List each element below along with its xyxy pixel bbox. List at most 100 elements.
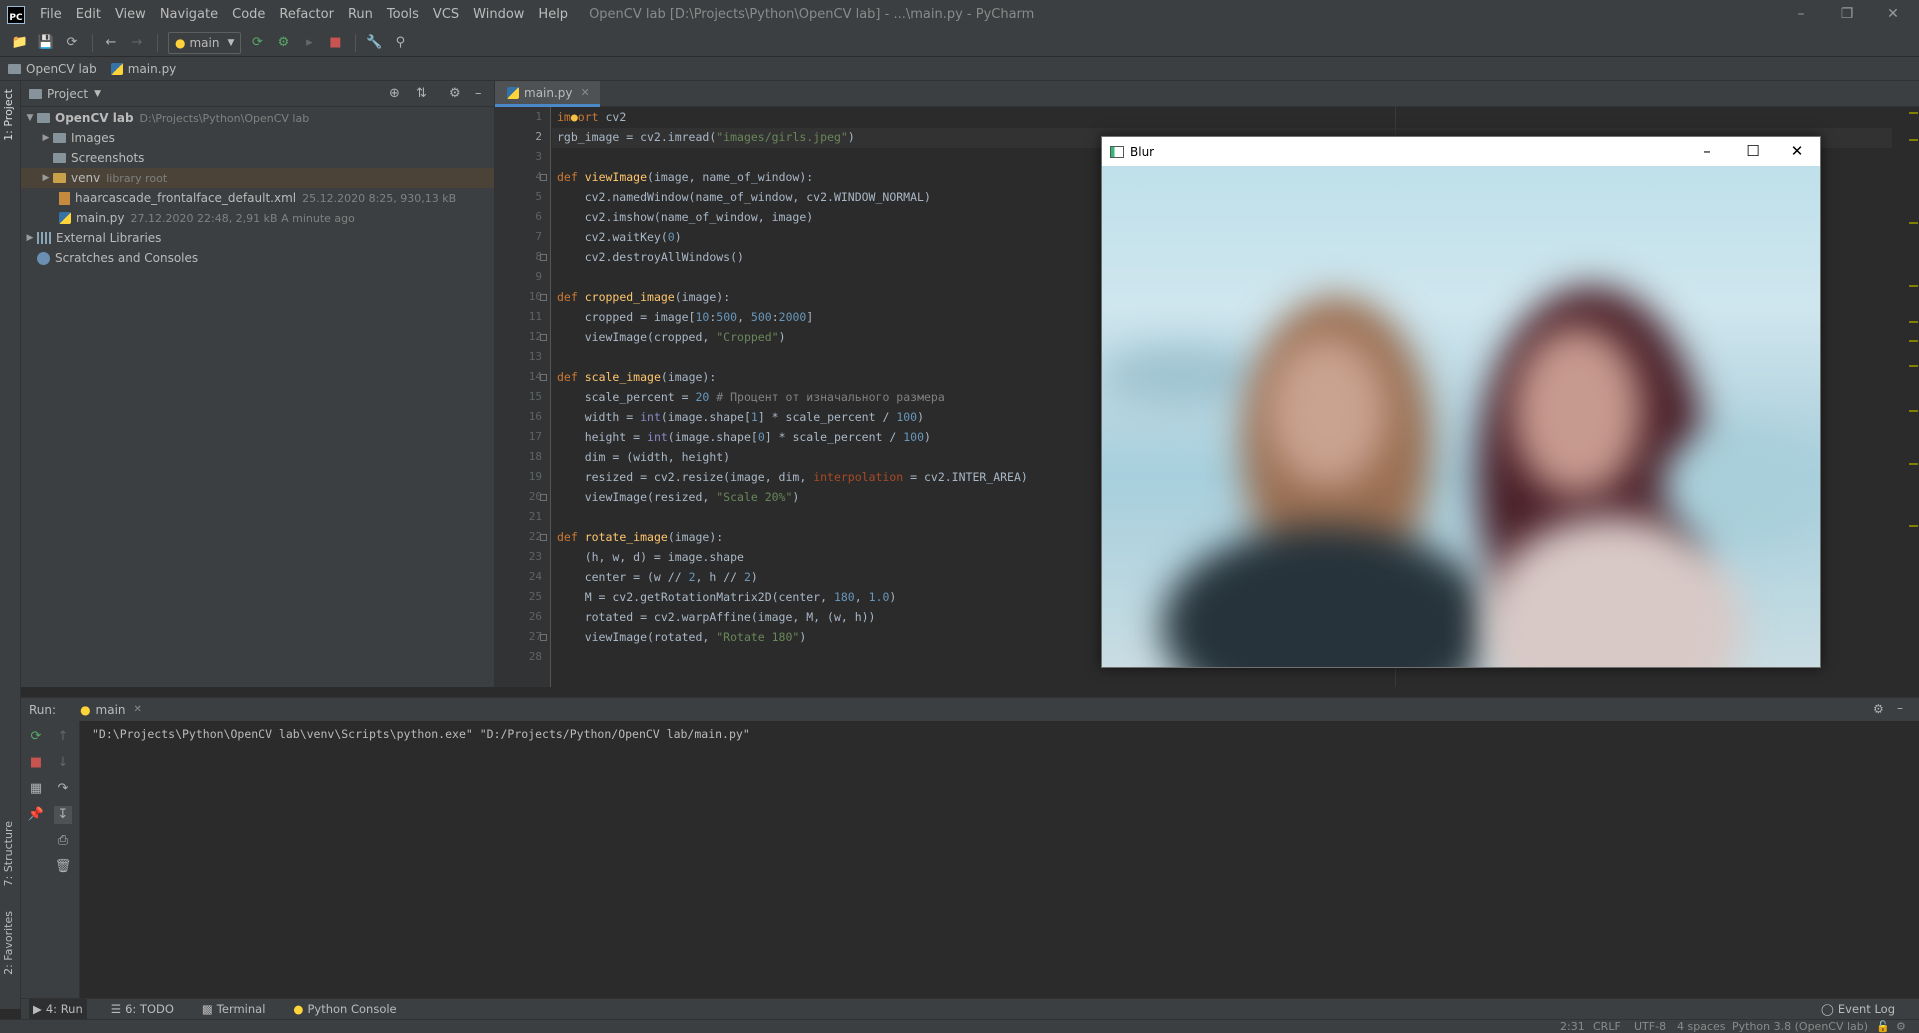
project-view-select[interactable]: Project — [47, 87, 88, 101]
fold-marker-icon[interactable] — [540, 174, 547, 181]
gear-icon[interactable]: ⚙ — [449, 86, 461, 101]
scroll-marker[interactable] — [1909, 525, 1918, 527]
blur-window-titlebar[interactable]: Blur – ☐ ✕ — [1102, 137, 1820, 166]
fold-marker-icon[interactable] — [540, 374, 547, 381]
restore-icon[interactable]: ❐ — [1824, 0, 1870, 29]
scroll-marker[interactable] — [1909, 463, 1918, 465]
stop-icon[interactable]: ■ — [323, 32, 347, 54]
minimize-icon[interactable]: – — [1778, 0, 1824, 29]
rerun-icon[interactable]: ⟳ — [245, 32, 269, 54]
close-icon[interactable]: ✕ — [1870, 0, 1916, 29]
tool-tab-todo[interactable]: ☰ 6: TODO — [107, 999, 178, 1020]
tree-item-haarcascade[interactable]: haarcascade_frontalface_default.xml 25.1… — [21, 188, 494, 208]
print-icon[interactable]: ⎙ — [54, 832, 72, 850]
close-tab-icon[interactable]: ✕ — [134, 704, 142, 715]
tree-item-venv[interactable]: ▶ venv library root — [21, 168, 494, 188]
forward-arrow-icon[interactable]: → — [125, 32, 149, 54]
chevron-down-icon[interactable]: ▼ — [23, 113, 37, 123]
chevron-right-icon[interactable]: ▶ — [39, 173, 53, 183]
editor-scrollbar-markers[interactable] — [1908, 107, 1919, 687]
maximize-icon[interactable]: ☐ — [1730, 137, 1776, 166]
search-icon[interactable]: ⚲ — [388, 32, 412, 54]
fold-marker-icon[interactable] — [540, 294, 547, 301]
run-configuration-select[interactable]: ● main ▼ — [168, 31, 242, 54]
run-console[interactable]: "D:\Projects\Python\OpenCV lab\venv\Scri… — [80, 721, 1919, 998]
scroll-marker[interactable] — [1909, 285, 1918, 287]
wrench-icon[interactable]: 🔧 — [362, 32, 386, 54]
tree-item-images[interactable]: ▶ Images — [21, 128, 494, 148]
tab-structure[interactable]: 7: Structure — [2, 821, 15, 886]
close-tab-icon[interactable]: ✕ — [581, 86, 590, 99]
tool-tab-terminal[interactable]: ▩ Terminal — [198, 999, 269, 1020]
file-encoding[interactable]: UTF-8 — [1634, 1020, 1666, 1033]
sync-icon[interactable]: ⟳ — [60, 32, 84, 54]
tool-tab-event-log[interactable]: ◯ Event Log — [1817, 999, 1899, 1020]
blur-image-window[interactable]: Blur – ☐ ✕ — [1101, 136, 1821, 668]
tab-project[interactable]: 1: Project — [2, 89, 15, 141]
scroll-to-end-icon[interactable]: ↧ — [54, 806, 72, 824]
fold-marker-icon[interactable] — [540, 534, 547, 541]
menu-edit[interactable]: Edit — [69, 0, 108, 29]
open-folder-icon[interactable]: 📁 — [8, 32, 32, 54]
menu-view[interactable]: View — [108, 0, 153, 29]
menu-vcs[interactable]: VCS — [426, 0, 466, 29]
hide-icon[interactable]: – — [475, 86, 482, 101]
rerun-icon[interactable]: ⟳ — [27, 728, 45, 746]
menu-run[interactable]: Run — [341, 0, 380, 29]
stop-icon[interactable]: ■ — [27, 754, 45, 772]
breadcrumb-project[interactable]: OpenCV lab — [8, 62, 97, 76]
scroll-marker[interactable] — [1909, 410, 1918, 412]
breadcrumb-file[interactable]: main.py — [110, 62, 176, 76]
notifications-icon[interactable]: ⚙ — [1896, 1020, 1906, 1033]
close-icon[interactable]: ✕ — [1774, 137, 1820, 166]
menu-navigate[interactable]: Navigate — [153, 0, 225, 29]
collapse-all-icon[interactable]: ⇅ — [416, 86, 427, 101]
up-arrow-icon[interactable]: ↑ — [54, 728, 72, 746]
save-icon[interactable]: 💾 — [34, 32, 58, 54]
layout-icon[interactable]: ▦ — [27, 780, 45, 798]
menu-refactor[interactable]: Refactor — [272, 0, 341, 29]
scroll-marker[interactable] — [1909, 365, 1918, 367]
tree-item-main[interactable]: main.py 27.12.2020 22:48, 2,91 kB A minu… — [21, 208, 494, 228]
scroll-marker[interactable] — [1909, 222, 1918, 224]
chevron-down-icon[interactable]: ▼ — [94, 89, 101, 99]
lock-icon[interactable]: 🔓 — [1876, 1020, 1890, 1033]
chevron-right-icon[interactable]: ▶ — [39, 133, 53, 143]
tree-item-scratches[interactable]: Scratches and Consoles — [21, 248, 494, 268]
run-tab-main[interactable]: ● main ✕ — [74, 698, 148, 722]
menu-code[interactable]: Code — [225, 0, 272, 29]
minimize-icon[interactable]: – — [1684, 137, 1730, 166]
back-arrow-icon[interactable]: ← — [99, 32, 123, 54]
menu-tools[interactable]: Tools — [380, 0, 426, 29]
line-separator[interactable]: CRLF — [1593, 1020, 1621, 1033]
scroll-marker[interactable] — [1909, 321, 1918, 323]
menu-help[interactable]: Help — [531, 0, 575, 29]
chevron-right-icon[interactable]: ▶ — [23, 233, 37, 243]
tree-item-root[interactable]: ▼ OpenCV lab D:\Projects\Python\OpenCV l… — [21, 108, 494, 128]
hide-icon[interactable]: – — [1897, 701, 1903, 715]
scroll-marker[interactable] — [1909, 112, 1918, 114]
menu-window[interactable]: Window — [466, 0, 531, 29]
menu-file[interactable]: File — [33, 0, 69, 29]
locate-icon[interactable]: ⊕ — [389, 86, 400, 101]
scroll-marker[interactable] — [1909, 139, 1918, 141]
trash-icon[interactable]: 🗑 — [54, 858, 72, 876]
fold-marker-icon[interactable] — [540, 634, 547, 641]
python-interpreter[interactable]: Python 3.8 (OpenCV lab) — [1732, 1020, 1868, 1033]
debug-icon[interactable]: ⚙ — [271, 32, 295, 54]
fold-marker-icon[interactable] — [540, 254, 547, 261]
tool-tab-python-console[interactable]: ● Python Console — [289, 999, 400, 1020]
tree-item-screenshots[interactable]: Screenshots — [21, 148, 494, 168]
fold-marker-icon[interactable] — [540, 494, 547, 501]
fold-marker-icon[interactable] — [540, 334, 547, 341]
soft-wrap-icon[interactable]: ↷ — [54, 780, 72, 798]
coverage-icon[interactable]: ▸ — [297, 32, 321, 54]
tab-main-py[interactable]: main.py ✕ — [495, 81, 600, 107]
scroll-marker[interactable] — [1909, 340, 1918, 342]
gear-icon[interactable]: ⚙ — [1873, 702, 1884, 716]
caret-position[interactable]: 2:31 — [1560, 1020, 1585, 1033]
tree-item-external-libraries[interactable]: ▶ External Libraries — [21, 228, 494, 248]
down-arrow-icon[interactable]: ↓ — [54, 754, 72, 772]
pin-icon[interactable]: 📌 — [27, 806, 45, 824]
tab-favorites[interactable]: 2: Favorites — [2, 911, 15, 975]
